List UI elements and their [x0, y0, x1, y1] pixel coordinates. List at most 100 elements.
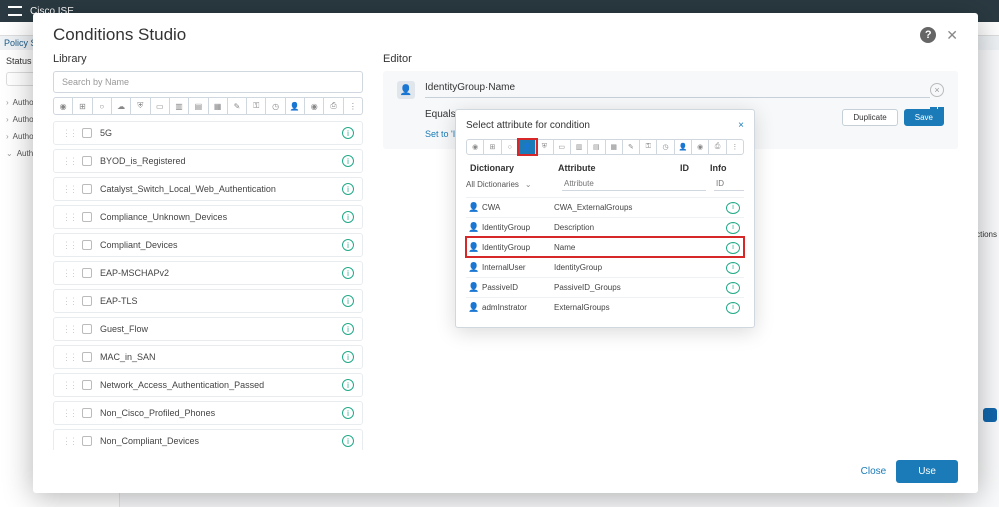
drag-icon[interactable]: ⋮⋮: [62, 156, 76, 167]
checkbox[interactable]: [82, 128, 92, 138]
library-item[interactable]: ⋮⋮MAC_in_SANi: [53, 345, 363, 369]
library-item[interactable]: ⋮⋮Network_Access_Authentication_Passedi: [53, 373, 363, 397]
info-icon[interactable]: i: [342, 155, 354, 167]
checkbox[interactable]: [82, 184, 92, 194]
pf-circle-icon[interactable]: ○: [502, 140, 519, 154]
filter-tag-icon[interactable]: ⊞: [73, 98, 92, 114]
pf-location-icon[interactable]: ◉: [467, 140, 484, 154]
library-item[interactable]: ⋮⋮Non_Cisco_Profiled_Phonesi: [53, 401, 363, 425]
pf-display-icon[interactable]: ▭: [554, 140, 571, 154]
library-item[interactable]: ⋮⋮5Gi: [53, 121, 363, 145]
dictionary-dropdown[interactable]: All Dictionaries: [466, 180, 554, 189]
info-icon[interactable]: i: [342, 323, 354, 335]
pf-user-icon[interactable]: 👤: [519, 140, 536, 154]
attribute-row[interactable]: 👤CWACWA_ExternalGroupsi: [466, 197, 744, 217]
library-item[interactable]: ⋮⋮Guest_Flowi: [53, 317, 363, 341]
library-item[interactable]: ⋮⋮BYOD_is_Registeredi: [53, 149, 363, 173]
library-item[interactable]: ⋮⋮EAP-TLSi: [53, 289, 363, 313]
info-icon[interactable]: i: [726, 302, 740, 314]
checkbox[interactable]: [82, 436, 92, 446]
info-icon[interactable]: i: [726, 242, 740, 254]
drag-icon[interactable]: ⋮⋮: [62, 352, 76, 363]
drag-icon[interactable]: ⋮⋮: [62, 408, 76, 419]
library-item[interactable]: ⋮⋮Compliant_Devicesi: [53, 233, 363, 257]
pf-grid-icon[interactable]: ▦: [606, 140, 623, 154]
filter-display-icon[interactable]: ▭: [151, 98, 170, 114]
info-icon[interactable]: i: [726, 222, 740, 234]
filter-cert-icon[interactable]: ⎙: [324, 98, 343, 114]
close-button[interactable]: Close: [861, 466, 887, 477]
filter-grid-icon[interactable]: ▦: [209, 98, 228, 114]
pf-check-icon[interactable]: ◉: [692, 140, 709, 154]
filter-check-icon[interactable]: ◉: [305, 98, 324, 114]
checkbox[interactable]: [82, 296, 92, 306]
attribute-row[interactable]: 👤IdentityGroupDescriptioni: [466, 217, 744, 237]
drag-icon[interactable]: ⋮⋮: [62, 268, 76, 279]
filter-user-icon[interactable]: 👤: [286, 98, 305, 114]
pf-building-icon[interactable]: ▥: [571, 140, 588, 154]
duplicate-button[interactable]: Duplicate: [842, 109, 897, 126]
attribute-row[interactable]: 👤PassiveIDPassiveID_Groupsi: [466, 277, 744, 297]
info-icon[interactable]: i: [342, 435, 354, 447]
library-filter-bar[interactable]: ◉ ⊞ ○ ☁ ⛨ ▭ ▥ ▤ ▦ ✎ ⚿ ◷ 👤 ◉ ⎙ ⋮: [53, 97, 363, 115]
checkbox[interactable]: [82, 156, 92, 166]
pf-edit-icon[interactable]: ✎: [623, 140, 640, 154]
info-icon[interactable]: i: [342, 267, 354, 279]
filter-clock-icon[interactable]: ◷: [266, 98, 285, 114]
filter-edit-icon[interactable]: ✎: [228, 98, 247, 114]
attribute-row[interactable]: 👤IdentityGroupNamei: [466, 237, 744, 257]
filter-building-icon[interactable]: ▥: [170, 98, 189, 114]
attribute-row[interactable]: 👤admInstratorExternalGroupsi: [466, 297, 744, 317]
pf-tag-icon[interactable]: ⊞: [484, 140, 501, 154]
attribute-field[interactable]: IdentityGroup·Name: [425, 82, 930, 98]
info-icon[interactable]: i: [342, 183, 354, 195]
checkbox[interactable]: [82, 380, 92, 390]
attribute-filter-input[interactable]: [562, 177, 706, 191]
popover-filter-bar[interactable]: ◉ ⊞ ○ 👤 ⛨ ▭ ▥ ▤ ▦ ✎ ⚿ ◷ 👤 ◉ ⎙: [466, 139, 744, 155]
drag-icon[interactable]: ⋮⋮: [62, 324, 76, 335]
library-search[interactable]: Search by Name: [53, 71, 363, 93]
library-item[interactable]: ⋮⋮Catalyst_Switch_Local_Web_Authenticati…: [53, 177, 363, 201]
pf-clock-icon[interactable]: ◷: [657, 140, 674, 154]
drag-icon[interactable]: ⋮⋮: [62, 436, 76, 447]
clear-icon[interactable]: ×: [930, 83, 944, 97]
checkbox[interactable]: [82, 240, 92, 250]
id-filter-input[interactable]: [714, 177, 744, 191]
drag-icon[interactable]: ⋮⋮: [62, 128, 76, 139]
drag-icon[interactable]: ⋮⋮: [62, 296, 76, 307]
menu-icon[interactable]: [8, 6, 22, 16]
info-icon[interactable]: i: [342, 379, 354, 391]
filter-shield-icon[interactable]: ⛨: [131, 98, 150, 114]
drag-icon[interactable]: ⋮⋮: [62, 212, 76, 223]
filter-cloud-icon[interactable]: ☁: [112, 98, 131, 114]
filter-doc-icon[interactable]: ▤: [189, 98, 208, 114]
checkbox[interactable]: [82, 324, 92, 334]
pf-doc-icon[interactable]: ▤: [588, 140, 605, 154]
filter-key-icon[interactable]: ⚿: [247, 98, 266, 114]
popover-close-icon[interactable]: ×: [738, 120, 744, 131]
info-icon[interactable]: i: [342, 407, 354, 419]
checkbox[interactable]: [82, 352, 92, 362]
info-icon[interactable]: i: [342, 211, 354, 223]
library-item[interactable]: ⋮⋮Non_Compliant_Devicesi: [53, 429, 363, 450]
help-icon[interactable]: ?: [920, 27, 936, 43]
info-icon[interactable]: i: [726, 262, 740, 274]
filter-wifi-icon[interactable]: ⋮: [344, 98, 362, 114]
library-item[interactable]: ⋮⋮EAP-MSCHAPv2i: [53, 261, 363, 285]
checkbox[interactable]: [82, 408, 92, 418]
pf-cert-icon[interactable]: ⎙: [709, 140, 726, 154]
drag-icon[interactable]: ⋮⋮: [62, 184, 76, 195]
use-button[interactable]: Use: [896, 460, 958, 483]
info-icon[interactable]: i: [726, 282, 740, 294]
close-icon[interactable]: ✕: [946, 27, 958, 44]
checkbox[interactable]: [82, 212, 92, 222]
pf-person-icon[interactable]: 👤: [675, 140, 692, 154]
drag-icon[interactable]: ⋮⋮: [62, 380, 76, 391]
save-button[interactable]: Save: [904, 109, 944, 126]
pf-shield-icon[interactable]: ⛨: [536, 140, 553, 154]
filter-circle-icon[interactable]: ○: [93, 98, 112, 114]
info-icon[interactable]: i: [342, 295, 354, 307]
add-button[interactable]: [983, 408, 997, 422]
drag-icon[interactable]: ⋮⋮: [62, 240, 76, 251]
checkbox[interactable]: [82, 268, 92, 278]
